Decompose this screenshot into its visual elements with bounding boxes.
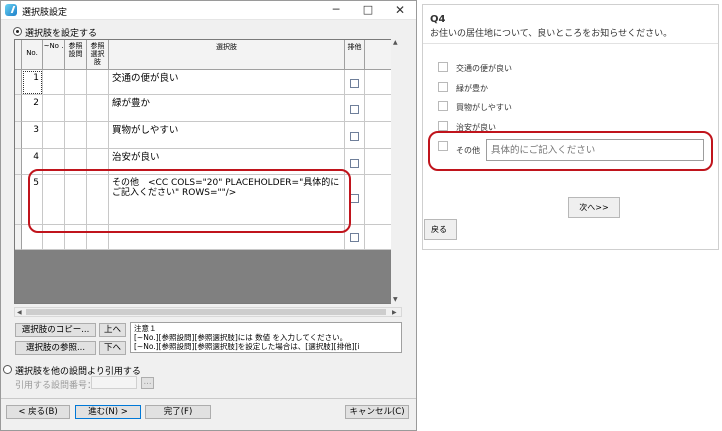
row-header[interactable] [15, 149, 22, 175]
footer-divider [1, 398, 416, 399]
reference-choices-button[interactable]: 選択肢の参照... [15, 341, 96, 355]
header-choice[interactable]: 選択肢 [109, 40, 345, 70]
move-up-button[interactable]: 上へ [99, 323, 126, 337]
header-exclusive[interactable]: 排他 [345, 40, 365, 70]
maximize-button[interactable]: □ [353, 1, 383, 20]
scroll-left-icon[interactable]: ◀ [17, 309, 22, 316]
exclusive-checkbox[interactable] [350, 79, 359, 88]
cell-tilde-no[interactable] [43, 95, 65, 122]
scroll-up-icon[interactable]: ▲ [393, 39, 398, 46]
highlight-callout [428, 131, 713, 171]
minimize-button[interactable]: ─ [321, 1, 351, 20]
exclusive-checkbox[interactable] [350, 159, 359, 168]
ref-question-label: 引用する設問番号： [15, 381, 97, 391]
option-checkbox[interactable] [438, 82, 448, 92]
row-header[interactable] [15, 95, 22, 122]
grid-horizontal-scrollbar[interactable]: ◀ ▶ [14, 307, 402, 317]
scroll-down-icon[interactable]: ▼ [393, 296, 398, 303]
note-line: 注意１ [134, 324, 157, 333]
cell-tilde-no[interactable] [43, 122, 65, 149]
cancel-button[interactable]: キャンセル(C) [345, 405, 409, 419]
exclusive-checkbox[interactable] [350, 105, 359, 114]
set-choices-label: 選択肢を設定する [25, 29, 98, 39]
cell-choice-text[interactable]: 買物がしやすい [109, 122, 345, 149]
cell-exclusive [345, 95, 365, 122]
row-header[interactable] [15, 225, 22, 250]
cell-ref-question[interactable] [65, 70, 87, 95]
cell-ref-choice[interactable] [87, 122, 109, 149]
cell-no[interactable]: 1 [22, 70, 43, 95]
next-button[interactable]: 進む(N) > [75, 405, 141, 419]
note-box: 注意１ [~No.][参照設問][参照選択肢]には 数値 を入力してください。 … [130, 322, 402, 353]
close-button[interactable]: ✕ [385, 1, 415, 20]
quote-choices-radio[interactable] [3, 365, 12, 374]
option-label: 緑が豊か [456, 84, 488, 93]
exclusive-checkbox[interactable] [350, 132, 359, 141]
header-no[interactable]: No. [22, 40, 43, 70]
cell-ref-question[interactable] [65, 122, 87, 149]
option-checkbox[interactable] [438, 101, 448, 111]
cell-ref-choice[interactable] [87, 70, 109, 95]
option-label: 交通の便が良い [456, 64, 512, 73]
header-tilde-no[interactable]: ~No . [43, 40, 65, 70]
cell-ref-question[interactable] [65, 95, 87, 122]
note-line: [~No.][参照設問][参照選択肢]を設定した場合は、[選択肢][排他][i [134, 342, 360, 351]
cell-ref-choice[interactable] [87, 95, 109, 122]
cell-choice-text[interactable]: 緑が豊か [109, 95, 345, 122]
choice-settings-dialog: 選択肢設定 ─ □ ✕ 選択肢を設定する No. ~No . 参照 設問 参照 … [0, 0, 417, 431]
question-number: Q4 [430, 14, 446, 25]
row-header[interactable] [15, 175, 22, 225]
scroll-right-icon[interactable]: ▶ [392, 309, 397, 316]
set-choices-radio[interactable] [13, 27, 22, 36]
prev-page-button[interactable]: 戻る [424, 219, 457, 240]
note-line: [~No.][参照設問][参照選択肢]には 数値 を入力してください。 [134, 333, 348, 342]
grid-vertical-scrollbar[interactable]: ▲ ▼ [391, 39, 402, 304]
header-ref-question[interactable]: 参照 設問 [65, 40, 87, 70]
cell-exclusive [345, 122, 365, 149]
option-checkbox[interactable] [438, 121, 448, 131]
browse-button[interactable]: ... [141, 377, 154, 389]
ref-question-input[interactable] [91, 376, 137, 389]
move-down-button[interactable]: 下へ [99, 341, 126, 355]
option-label: 買物がしやすい [456, 103, 512, 112]
option-checkbox[interactable] [438, 62, 448, 72]
window-title: 選択肢設定 [22, 8, 68, 18]
question-divider [423, 43, 718, 44]
row-header[interactable] [15, 70, 22, 95]
finish-button[interactable]: 完了(F) [145, 405, 211, 419]
header-ref-choice[interactable]: 参照 選択 肢 [87, 40, 109, 70]
question-text: お住いの居住地について、良いところをお知らせください。 [430, 29, 673, 39]
cell-no[interactable]: 3 [22, 122, 43, 149]
next-page-button[interactable]: 次へ>> [568, 197, 620, 218]
copy-choices-button[interactable]: 選択肢のコピー... [15, 323, 96, 337]
survey-preview: Q4 お住いの居住地について、良いところをお知らせください。 交通の便が良い 緑… [422, 4, 719, 250]
highlight-callout [28, 169, 351, 233]
back-button[interactable]: < 戻る(B) [6, 405, 70, 419]
title-bar: 選択肢設定 ─ □ ✕ [1, 1, 416, 20]
cell-tilde-no[interactable] [43, 70, 65, 95]
cell-exclusive [345, 70, 365, 95]
exclusive-checkbox[interactable] [350, 194, 359, 203]
grid-corner [15, 40, 22, 70]
exclusive-checkbox[interactable] [350, 233, 359, 242]
app-icon [5, 4, 17, 16]
cell-no[interactable]: 2 [22, 95, 43, 122]
row-header[interactable] [15, 122, 22, 149]
cell-choice-text[interactable]: 交通の便が良い [109, 70, 345, 95]
scroll-thumb[interactable] [26, 309, 386, 315]
